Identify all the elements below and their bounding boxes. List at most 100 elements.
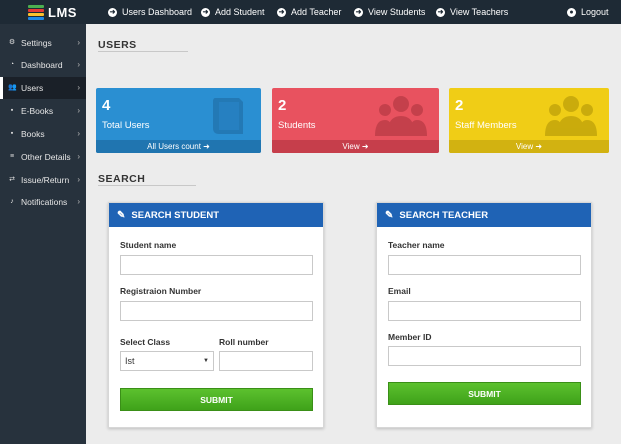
chevron-right-icon: › — [77, 197, 80, 206]
caret-down-icon: ▼ — [203, 358, 209, 364]
teacher-name-input[interactable] — [388, 255, 581, 275]
total-users-label: Total Users — [102, 120, 150, 131]
arrow-circle-icon: ➜ — [354, 7, 363, 17]
member-id-input[interactable] — [388, 346, 581, 366]
user-circle-icon: ● — [567, 7, 576, 17]
arrow-circle-icon: ➜ — [108, 7, 117, 17]
registration-number-label: Registraion Number — [120, 286, 202, 296]
nav-add-teacher[interactable]: ➜ Add Teacher — [277, 0, 341, 24]
arrow-circle-icon: ➜ — [201, 7, 210, 17]
card-footer-label: View — [342, 142, 360, 151]
nav-label: Add Student — [215, 7, 265, 17]
sidebar-item-label: E-Books — [21, 106, 54, 116]
sidebar-item-settings[interactable]: ⚙ Settings › — [0, 32, 86, 54]
students-label: Students — [278, 120, 316, 131]
sidebar-item-label: Books — [21, 129, 45, 139]
sidebar-item-label: Other Details — [21, 152, 71, 162]
search-teacher-panel: ✎ SEARCH TEACHER Teacher name Email Memb… — [376, 202, 592, 428]
dashboard-icon: ◔ — [9, 61, 15, 68]
sidebar-item-users[interactable]: 👥 Users › — [0, 77, 86, 99]
nav-add-student[interactable]: ➜ Add Student — [201, 0, 265, 24]
logo[interactable]: LMS — [28, 3, 77, 21]
nav-label: Users Dashboard — [122, 7, 193, 17]
logo-text: LMS — [48, 4, 77, 20]
book-icon — [213, 98, 243, 134]
exchange-icon: ⇄ — [9, 176, 15, 183]
list-icon: ≡ — [9, 153, 15, 160]
staff-members-card: 2 Staff Members View ➜ — [449, 88, 609, 153]
email-input[interactable] — [388, 301, 581, 321]
top-navbar: LMS ➜ Users Dashboard ➜ Add Student ➜ Ad… — [0, 0, 621, 24]
nav-logout[interactable]: ● Logout — [567, 0, 609, 24]
nav-users-dashboard[interactable]: ➜ Users Dashboard — [108, 0, 192, 24]
bell-icon: ♪ — [10, 198, 14, 205]
staff-members-count: 2 — [455, 97, 464, 114]
class-select[interactable]: Ist ▼ — [120, 351, 214, 371]
staff-view-link[interactable]: View ➜ — [449, 140, 609, 153]
arrow-circle-icon: ➜ — [436, 7, 445, 17]
ebook-icon: ▪ — [10, 107, 14, 114]
nav-label: Add Teacher — [291, 7, 342, 17]
registration-number-input[interactable] — [120, 301, 313, 321]
search-student-panel: ✎ SEARCH STUDENT Student name Registraio… — [108, 202, 324, 428]
sidebar-item-label: Users — [21, 83, 44, 93]
arrow-circle-icon: ➜ — [277, 7, 286, 17]
sidebar-item-ebooks[interactable]: ▪ E-Books › — [0, 100, 86, 122]
sidebar-item-notifications[interactable]: ♪ Notifications › — [0, 191, 86, 213]
arrow-circle-right-icon: ➜ — [203, 142, 210, 151]
sidebar-item-label: Dashboard — [21, 60, 63, 70]
users-section-title: USERS — [98, 39, 137, 51]
card-footer-label: All Users count — [147, 142, 201, 151]
pencil-icon: ✎ — [117, 209, 126, 221]
chevron-right-icon: › — [77, 129, 80, 138]
total-users-count: 4 — [102, 97, 111, 114]
sidebar-item-label: Settings — [21, 38, 52, 48]
sidebar: ⚙ Settings › ◔ Dashboard › 👥 Users › ▪ E… — [0, 24, 86, 444]
cogs-icon: ⚙ — [8, 39, 16, 46]
nav-view-teachers[interactable]: ➜ View Teachers — [436, 0, 508, 24]
sidebar-item-dashboard[interactable]: ◔ Dashboard › — [0, 54, 86, 76]
users-icon: 👥 — [8, 84, 17, 91]
students-card: 2 Students View ➜ — [272, 88, 439, 153]
search-section-title: SEARCH — [98, 173, 146, 185]
nav-label: Logout — [581, 7, 609, 17]
chevron-right-icon: › — [77, 83, 80, 92]
users-section-underline — [98, 51, 188, 52]
staff-members-label: Staff Members — [455, 120, 517, 131]
submit-label: SUBMIT — [200, 394, 233, 405]
search-student-header: ✎ SEARCH STUDENT — [109, 203, 323, 227]
class-select-value: Ist — [125, 356, 135, 366]
pencil-icon: ✎ — [385, 209, 394, 221]
total-users-card: 4 Total Users All Users count ➜ — [96, 88, 261, 153]
nav-label: View Students — [368, 7, 426, 17]
sidebar-item-issue-return[interactable]: ⇄ Issue/Return › — [0, 169, 86, 191]
users-icon — [545, 96, 597, 136]
roll-number-input[interactable] — [219, 351, 313, 371]
sidebar-item-other-details[interactable]: ≡ Other Details › — [0, 146, 86, 168]
chevron-right-icon: › — [77, 106, 80, 115]
teacher-name-label: Teacher name — [388, 240, 445, 250]
users-icon — [375, 96, 427, 136]
chevron-right-icon: › — [77, 175, 80, 184]
search-teacher-header: ✎ SEARCH TEACHER — [377, 203, 591, 227]
email-label: Email — [388, 286, 411, 296]
sidebar-item-books[interactable]: ▪ Books › — [0, 123, 86, 145]
books-logo-icon — [28, 4, 44, 20]
roll-number-label: Roll number — [219, 337, 269, 347]
member-id-label: Member ID — [388, 332, 432, 342]
select-class-label: Select Class — [120, 337, 171, 347]
search-student-submit-button[interactable]: SUBMIT — [120, 388, 313, 411]
nav-label: View Teachers — [450, 7, 509, 17]
nav-view-students[interactable]: ➜ View Students — [354, 0, 425, 24]
sidebar-item-label: Issue/Return — [21, 175, 70, 185]
arrow-circle-right-icon: ➜ — [535, 142, 543, 151]
students-count: 2 — [278, 97, 287, 114]
search-section-underline — [98, 185, 196, 186]
students-view-link[interactable]: View ➜ — [272, 140, 439, 153]
card-footer-label: View — [515, 142, 534, 151]
submit-label: SUBMIT — [468, 388, 501, 399]
student-name-input[interactable] — [120, 255, 313, 275]
search-teacher-submit-button[interactable]: SUBMIT — [388, 382, 581, 405]
chevron-right-icon: › — [77, 152, 80, 161]
all-users-count-link[interactable]: All Users count ➜ — [96, 140, 261, 153]
